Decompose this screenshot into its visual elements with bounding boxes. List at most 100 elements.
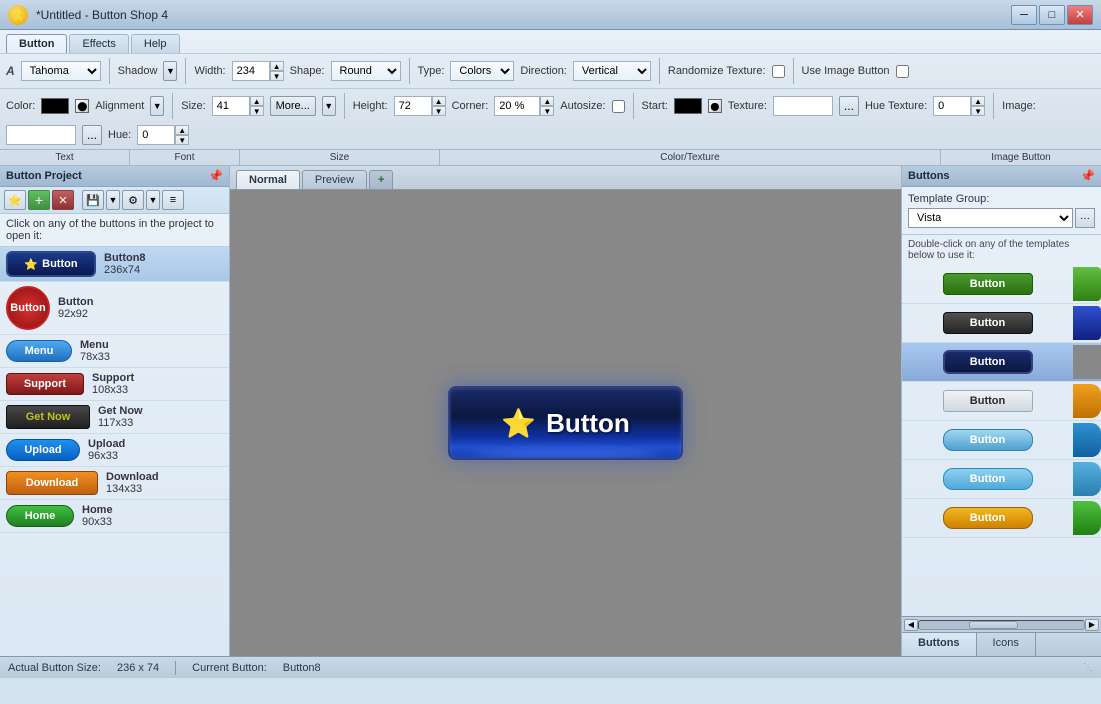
template-row[interactable]: Button [902, 343, 1101, 382]
buttons-panel-header: Buttons 📌 [902, 166, 1101, 187]
template-group-select[interactable]: Vista [908, 208, 1073, 228]
list-item[interactable]: ⭐ Button Button8 236x74 [0, 247, 229, 282]
project-settings-dropdown[interactable]: ▼ [146, 190, 160, 210]
alignment-dropdown[interactable]: ▼ [150, 96, 164, 116]
buttons-panel-title: Buttons [908, 170, 950, 182]
template-row[interactable]: Button [902, 265, 1101, 304]
current-button-value: Button8 [283, 662, 321, 674]
template-row[interactable]: Button [902, 460, 1101, 499]
template-row[interactable]: Button [902, 421, 1101, 460]
close-button[interactable]: ✕ [1067, 5, 1093, 25]
btn-name: Support [92, 372, 134, 384]
shadow-dropdown[interactable]: ▼ [163, 61, 177, 81]
font-select[interactable]: Tahoma [21, 61, 101, 81]
corner-up[interactable]: ▲ [540, 96, 554, 106]
scroll-thumb[interactable] [969, 621, 1019, 629]
hue-down[interactable]: ▼ [175, 135, 189, 145]
list-item[interactable]: Home Home 90x33 [0, 500, 229, 533]
tab-add[interactable]: + [369, 170, 393, 189]
type-select[interactable]: Colors [450, 61, 514, 81]
width-down[interactable]: ▼ [270, 71, 284, 81]
size-down[interactable]: ▼ [250, 106, 264, 116]
title-bar: ⭐ *Untitled - Button Shop 4 ─ □ ✕ [0, 0, 1101, 30]
list-item[interactable]: Support Support 108x33 [0, 368, 229, 401]
size-input[interactable] [212, 96, 250, 116]
randomize-checkbox[interactable] [772, 65, 785, 78]
divider-2 [185, 58, 186, 84]
project-add-btn[interactable]: + [28, 190, 50, 210]
list-item[interactable]: Menu Menu 78x33 [0, 335, 229, 368]
color-swatch[interactable] [41, 98, 69, 114]
image-input[interactable] [6, 125, 76, 145]
tab-icons-right[interactable]: Icons [977, 633, 1036, 656]
template-row[interactable]: Button [902, 304, 1101, 343]
btn-name: Home [82, 504, 113, 516]
scroll-right-btn[interactable]: ▶ [1085, 619, 1099, 631]
tab-normal[interactable]: Normal [236, 170, 300, 189]
hue-up[interactable]: ▲ [175, 125, 189, 135]
tab-preview[interactable]: Preview [302, 170, 367, 189]
tab-button[interactable]: Button [6, 34, 67, 53]
shape-select[interactable]: Round Square [331, 61, 401, 81]
tmpl-right-swatch-6 [1073, 462, 1101, 496]
image-browse-btn[interactable]: ... [82, 125, 102, 145]
project-save-btn[interactable]: 💾 [82, 190, 104, 210]
scroll-left-btn[interactable]: ◀ [904, 619, 918, 631]
preview-button[interactable]: ⭐ Button [448, 386, 683, 460]
right-panel: Buttons 📌 Template Group: Vista ··· Doub… [901, 166, 1101, 656]
list-item[interactable]: Download Download 134x33 [0, 467, 229, 500]
corner-input[interactable] [494, 96, 540, 116]
hue-texture-up[interactable]: ▲ [971, 96, 985, 106]
texture-browse-btn[interactable]: ... [839, 96, 859, 116]
tab-effects[interactable]: Effects [69, 34, 128, 53]
width-up[interactable]: ▲ [270, 61, 284, 71]
tab-buttons-right[interactable]: Buttons [902, 633, 977, 656]
hue-group: ▲ ▼ [137, 125, 189, 145]
texture-label: Texture: [728, 100, 767, 112]
use-image-checkbox[interactable] [896, 65, 909, 78]
hue-input[interactable] [137, 125, 175, 145]
btn-preview-support: Support [6, 373, 84, 395]
list-item[interactable]: Get Now Get Now 117x33 [0, 401, 229, 434]
height-up[interactable]: ▲ [432, 96, 446, 106]
btn-name: Upload [88, 438, 125, 450]
start-picker-btn[interactable]: ⬤ [708, 99, 722, 113]
project-list-btn[interactable]: ≡ [162, 190, 184, 210]
start-swatch[interactable] [674, 98, 702, 114]
hue-label: Hue: [108, 129, 131, 141]
direction-select[interactable]: Vertical Horizontal [573, 61, 651, 81]
project-remove-btn[interactable]: ✕ [52, 190, 74, 210]
project-icon-btn[interactable]: ⭐ [4, 190, 26, 210]
width-input-group: ▲ ▼ [232, 61, 284, 81]
color-picker-btn[interactable]: ⬤ [75, 99, 89, 113]
more-btn[interactable]: More... [270, 96, 316, 116]
height-down[interactable]: ▼ [432, 106, 446, 116]
project-settings-btn[interactable]: ⚙ [122, 190, 144, 210]
maximize-button[interactable]: □ [1039, 5, 1065, 25]
list-item[interactable]: Upload Upload 96x33 [0, 434, 229, 467]
template-menu-btn[interactable]: ··· [1075, 208, 1095, 228]
list-item[interactable]: Button Button 92x92 [0, 282, 229, 335]
hue-texture-input[interactable] [933, 96, 971, 116]
project-save-dropdown[interactable]: ▼ [106, 190, 120, 210]
more-dropdown[interactable]: ▼ [322, 96, 336, 116]
minimize-button[interactable]: ─ [1011, 5, 1037, 25]
hue-texture-label: Hue Texture: [865, 100, 927, 112]
autosize-checkbox[interactable] [612, 100, 625, 113]
width-input[interactable] [232, 61, 270, 81]
template-row[interactable]: Button [902, 382, 1101, 421]
hue-texture-down[interactable]: ▼ [971, 106, 985, 116]
btn-name: Download [106, 471, 159, 483]
template-scrollbar[interactable]: ◀ ▶ [902, 616, 1101, 632]
height-input[interactable] [394, 96, 432, 116]
btn-info-button8: Button8 236x74 [104, 252, 146, 276]
texture-input[interactable] [773, 96, 833, 116]
hue-texture-group: ▲ ▼ [933, 96, 985, 116]
tab-help[interactable]: Help [131, 34, 180, 53]
template-row[interactable]: Button [902, 499, 1101, 538]
tmpl-right-swatch-4 [1073, 384, 1101, 418]
size-up[interactable]: ▲ [250, 96, 264, 106]
corner-down[interactable]: ▼ [540, 106, 554, 116]
btn-size: 96x33 [88, 450, 125, 462]
size-section-label: Size [240, 150, 440, 165]
